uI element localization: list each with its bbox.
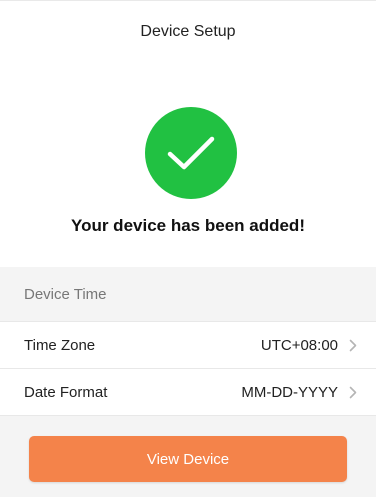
success-message: Your device has been added! [71,216,305,235]
section-header-device-time: Device Time [24,285,107,303]
chevron-right-icon [348,338,358,352]
success-badge [145,107,237,199]
page-title: Device Setup [140,23,236,40]
view-device-button[interactable]: View Device [29,436,347,482]
settings-row-date-format[interactable]: Date Format MM-DD-YYYY [0,369,376,416]
row-value: UTC+08:00 [260,336,338,354]
header: Device Setup [0,14,376,50]
top-divider [0,0,376,1]
settings-list: Time Zone UTC+08:00 Date Format MM-DD-YY… [0,321,376,416]
checkmark-icon [167,136,215,170]
row-value: MM-DD-YYYY [241,383,338,401]
chevron-right-icon [348,385,358,399]
device-setup-screen: Device Setup Your device has been added!… [0,0,376,497]
row-label: Date Format [24,383,108,401]
settings-row-time-zone[interactable]: Time Zone UTC+08:00 [0,322,376,369]
row-label: Time Zone [24,336,96,354]
